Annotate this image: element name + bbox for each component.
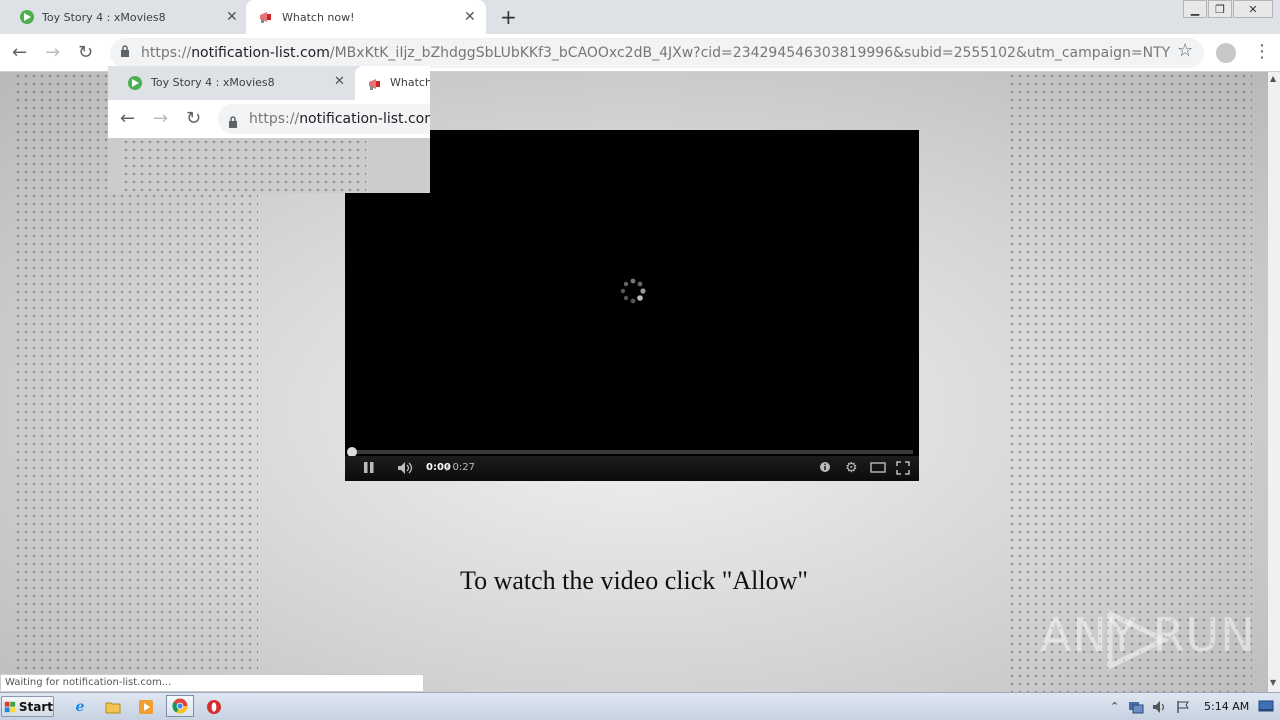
video-progress-bar[interactable]	[351, 450, 913, 454]
overlay-reload-icon: ↻	[186, 108, 202, 129]
explorer-icon[interactable]	[103, 697, 123, 717]
fullscreen-icon[interactable]	[896, 461, 910, 478]
settings-gear-icon[interactable]: ⚙	[845, 460, 858, 476]
show-hidden-icons-icon[interactable]: ⌃	[1110, 700, 1119, 713]
overlay-lock-icon	[228, 113, 238, 132]
windows-logo-icon	[4, 701, 16, 712]
overlay-url-text: https://notification-list.com/M	[249, 111, 430, 127]
url-path: /MBxKtK_iIjz_bZhdggSbLUbKKf3_bCAOOxc2dB_…	[329, 45, 1171, 61]
url-scheme: https://	[249, 111, 300, 127]
volume-tray-icon[interactable]	[1152, 699, 1168, 718]
megaphone-favicon-icon	[258, 10, 274, 24]
address-bar[interactable]: https://notification-list.com/MBxKtK_iIj…	[110, 38, 1204, 68]
player-controls: 0:00 / 0:27 ⚙	[345, 456, 919, 481]
back-button[interactable]: ←	[12, 42, 27, 63]
play-favicon-icon	[128, 76, 142, 90]
bookmark-star-icon[interactable]: ☆	[1177, 40, 1193, 61]
overlay-address-bar: https://notification-list.com/M	[218, 104, 430, 134]
tab-strip: Toy Story 4 : xMovies8 ✕ Whatch now! ✕ +…	[0, 0, 1280, 34]
restore-icon: ❐	[1215, 2, 1225, 16]
status-bar: Waiting for notification-list.com...	[0, 674, 424, 692]
page-caption: To watch the video click "Allow"	[460, 566, 808, 595]
lock-icon	[120, 45, 130, 60]
new-tab-button[interactable]: +	[500, 5, 517, 29]
video-player[interactable]: 0:00 / 0:27 ⚙	[345, 130, 919, 481]
url-host: notification-list.com	[191, 45, 330, 61]
start-label: Start	[18, 699, 53, 714]
overlay-dot-pattern	[122, 138, 366, 193]
minimize-button[interactable]: ▁	[1183, 0, 1207, 18]
minimize-icon: ▁	[1190, 2, 1200, 16]
show-desktop-icon[interactable]	[1258, 698, 1274, 714]
chrome-icon	[172, 698, 188, 714]
url-text[interactable]: https://notification-list.com/MBxKtK_iIj…	[141, 45, 1171, 61]
menu-icon[interactable]: ⋮	[1253, 41, 1271, 62]
anyrun-watermark: ANY RUN	[1040, 608, 1256, 670]
overlay-browser-snapshot: Toy Story 4 : xMovies8 ✕ Whatch ← → ↻ ht…	[108, 66, 430, 193]
scroll-up-icon[interactable]: ▲	[1270, 74, 1276, 83]
overlay-tab-strip: Toy Story 4 : xMovies8 ✕ Whatch	[108, 66, 430, 100]
tab-title: Whatch now!	[282, 10, 355, 24]
megaphone-favicon-icon	[367, 76, 383, 95]
start-button[interactable]: Start	[1, 696, 54, 717]
opera-icon[interactable]	[204, 697, 224, 717]
info-icon[interactable]	[819, 461, 831, 476]
tab-toy-story[interactable]: Toy Story 4 : xMovies8 ✕	[8, 0, 244, 34]
chrome-taskbar-button[interactable]	[166, 695, 194, 717]
overlay-forward-icon: →	[153, 108, 169, 129]
action-center-flag-icon[interactable]	[1176, 699, 1192, 718]
volume-icon[interactable]	[397, 461, 415, 478]
windows-taskbar: Start e ⌃ 5:14 AM	[0, 692, 1280, 720]
page-scrollbar[interactable]: ▲ ▼	[1268, 72, 1280, 692]
tab-whatch-now[interactable]: Whatch now! ✕	[246, 0, 486, 34]
media-player-icon[interactable]	[136, 697, 156, 717]
close-tab-icon[interactable]: ✕	[226, 9, 238, 25]
pause-button[interactable]	[363, 461, 375, 477]
dot-pattern-right	[1008, 72, 1252, 692]
tab-title: Toy Story 4 : xMovies8	[42, 10, 166, 24]
restore-button[interactable]: ❐	[1208, 0, 1232, 18]
overlay-toolbar: ← → ↻ https://notification-list.com/M	[108, 100, 430, 138]
play-logo-icon	[1107, 610, 1170, 670]
loading-spinner-icon	[620, 278, 646, 304]
close-tab-icon[interactable]: ✕	[464, 9, 476, 25]
time-total: / 0:27	[446, 462, 476, 473]
taskbar-clock[interactable]: 5:14 AM	[1204, 700, 1249, 713]
play-favicon-icon	[20, 10, 34, 24]
network-icon[interactable]	[1128, 699, 1144, 718]
url-host: notification-list.com	[299, 111, 430, 127]
ie-icon[interactable]: e	[70, 697, 90, 717]
close-window-button[interactable]: ✕	[1233, 0, 1273, 18]
overlay-tab-title: Toy Story 4 : xMovies8	[151, 76, 275, 89]
overlay-active-tab: Whatch	[355, 66, 430, 100]
close-icon: ✕	[1248, 2, 1258, 16]
scroll-down-icon[interactable]: ▼	[1270, 678, 1276, 687]
overlay-tab-title: Whatch	[390, 76, 430, 89]
forward-button[interactable]: →	[45, 42, 60, 63]
reload-button[interactable]: ↻	[78, 42, 93, 63]
url-scheme: https://	[141, 45, 192, 61]
overlay-back-icon: ←	[120, 108, 136, 129]
theater-mode-icon[interactable]	[870, 462, 886, 476]
profile-avatar-icon[interactable]	[1216, 43, 1236, 63]
overlay-close-tab-icon: ✕	[334, 74, 345, 89]
